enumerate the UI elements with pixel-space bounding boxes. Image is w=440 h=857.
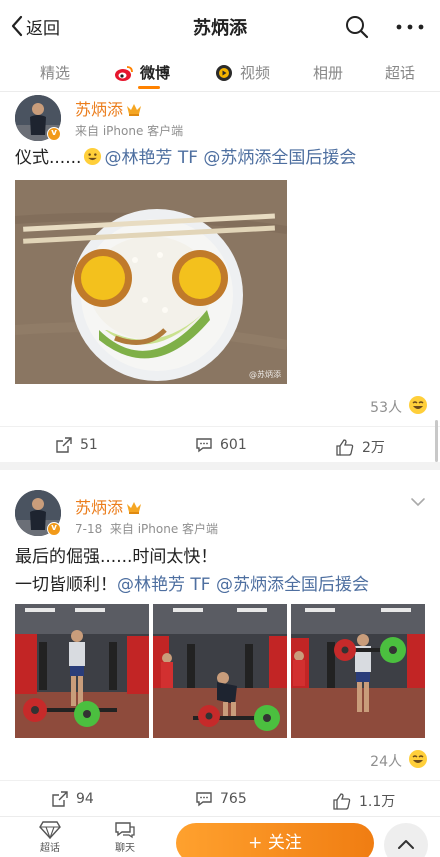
tab-supertopic[interactable]: 超话: [385, 62, 415, 83]
laugh-emoji-icon: [409, 750, 427, 768]
post-text: 仪式...... @林艳芳 TF @苏炳添全国后援会: [15, 144, 356, 172]
repost-icon: [52, 791, 68, 807]
author-name-text: 苏炳添: [75, 498, 124, 517]
likes-people-count: 53人: [370, 400, 402, 416]
post-photo-image: [291, 604, 425, 738]
likes-people-count: 24人: [370, 754, 402, 770]
chat-button[interactable]: 聊天: [105, 819, 145, 854]
post-text-body: 仪式......: [15, 148, 82, 168]
post-source: 来自 iPhone 客户端: [75, 124, 184, 138]
post-text-line: 最后的倔强......时间太快！: [15, 547, 218, 567]
post-photo[interactable]: [291, 604, 425, 738]
mention-link[interactable]: @林艳芳 TF: [117, 575, 211, 595]
post-date: 7-18: [75, 522, 103, 536]
like-count: 1.1万: [359, 794, 396, 810]
laugh-emoji-icon: [409, 396, 427, 414]
search-icon[interactable]: [344, 14, 370, 40]
video-channel-icon: [216, 64, 232, 81]
repost-count: 51: [80, 437, 98, 453]
chat-icon: [115, 822, 135, 839]
comment-button[interactable]: 601: [196, 437, 247, 453]
post-text-body: 一切皆顺利！: [15, 575, 117, 595]
repost-icon: [56, 437, 72, 453]
post-text: 最后的倔强......时间太快！ 一切皆顺利！@林艳芳 TF @苏炳添全国后援会: [15, 543, 369, 599]
author-name-text: 苏炳添: [75, 100, 124, 119]
repost-count: 94: [76, 791, 94, 807]
comment-button[interactable]: 765: [196, 791, 247, 807]
supertopic-button[interactable]: 超话: [30, 819, 70, 854]
verified-badge-icon: v: [47, 127, 61, 141]
post-photo-image: [15, 604, 149, 738]
repost-button[interactable]: 94: [52, 791, 94, 807]
tab-label: 相册: [313, 64, 344, 82]
tab-featured[interactable]: 精选: [40, 62, 70, 83]
mention-link[interactable]: @林艳芳 TF: [104, 148, 198, 168]
like-count: 2万: [362, 440, 385, 456]
thumbs-up-icon: [333, 792, 351, 810]
comment-icon: [196, 438, 212, 453]
more-icon[interactable]: [394, 14, 426, 40]
tab-label: 精选: [40, 64, 71, 82]
comment-count: 601: [220, 437, 247, 453]
post-text-line: 一切皆顺利！@林艳芳 TF @苏炳添全国后援会: [15, 571, 369, 599]
weibo-post: v 苏炳添 7-18 来自 iPhone 客户端 最后的倔强......时间太快…: [0, 470, 440, 816]
vip-crown-icon: [127, 104, 142, 116]
weibo-post: v 苏炳添 来自 iPhone 客户端 仪式...... @林艳芳 TF @苏炳添…: [0, 92, 440, 462]
author-name[interactable]: 苏炳添: [75, 96, 142, 120]
chevron-up-icon: [398, 840, 414, 849]
bottom-action-bar: 超话 聊天 + 关注: [0, 816, 440, 857]
page-title: 苏炳添: [193, 18, 247, 39]
post-photo[interactable]: [153, 604, 287, 738]
weibo-profile-screen: 返回 苏炳添 精选 微博 视频 相册 超话 v 苏炳添 来自 iPhone 客户…: [0, 0, 440, 857]
thumbs-up-icon: [336, 438, 354, 456]
post-photo[interactable]: [15, 604, 149, 738]
like-button[interactable]: 1.1万: [333, 791, 395, 811]
post-divider: [0, 462, 440, 470]
author-name[interactable]: 苏炳添: [75, 494, 142, 518]
profile-tabs: 精选 微博 视频 相册 超话: [0, 52, 440, 92]
weibo-logo-icon: [115, 65, 133, 81]
tab-video[interactable]: 视频: [214, 62, 270, 83]
photo-watermark: @苏炳添: [249, 370, 281, 379]
repost-button[interactable]: 51: [56, 437, 98, 453]
verified-badge-icon: v: [47, 522, 61, 536]
chat-label: 聊天: [115, 843, 135, 854]
top-nav-bar: 返回 苏炳添: [0, 0, 440, 52]
active-tab-indicator: [138, 86, 160, 89]
tab-album[interactable]: 相册: [313, 62, 343, 83]
post-meta: 7-18 来自 iPhone 客户端: [75, 520, 218, 537]
post-photo[interactable]: @苏炳添: [15, 180, 287, 384]
comment-count: 765: [220, 791, 247, 807]
mention-link[interactable]: @苏炳添全国后援会: [203, 148, 356, 168]
tab-weibo[interactable]: 微博: [114, 62, 170, 83]
post-photo-image: [153, 604, 287, 738]
supertopic-label: 超话: [40, 843, 60, 854]
tab-label: 视频: [240, 64, 271, 82]
scrollbar[interactable]: [435, 420, 438, 462]
like-button[interactable]: 2万: [336, 437, 385, 457]
tab-label: 超话: [385, 64, 416, 82]
vip-crown-icon: [127, 502, 142, 514]
post-source: 来自 iPhone 客户端: [109, 522, 219, 536]
tab-label: 微博: [140, 64, 171, 82]
post-photo-image: [15, 180, 287, 384]
follow-button[interactable]: + 关注: [176, 823, 374, 857]
chevron-down-icon[interactable]: [410, 497, 426, 507]
mention-link[interactable]: @苏炳添全国后援会: [216, 575, 369, 595]
diamond-icon: [39, 821, 61, 839]
grin-emoji-icon: [84, 147, 102, 166]
comment-icon: [196, 792, 212, 807]
scroll-to-top-button[interactable]: [384, 823, 428, 857]
